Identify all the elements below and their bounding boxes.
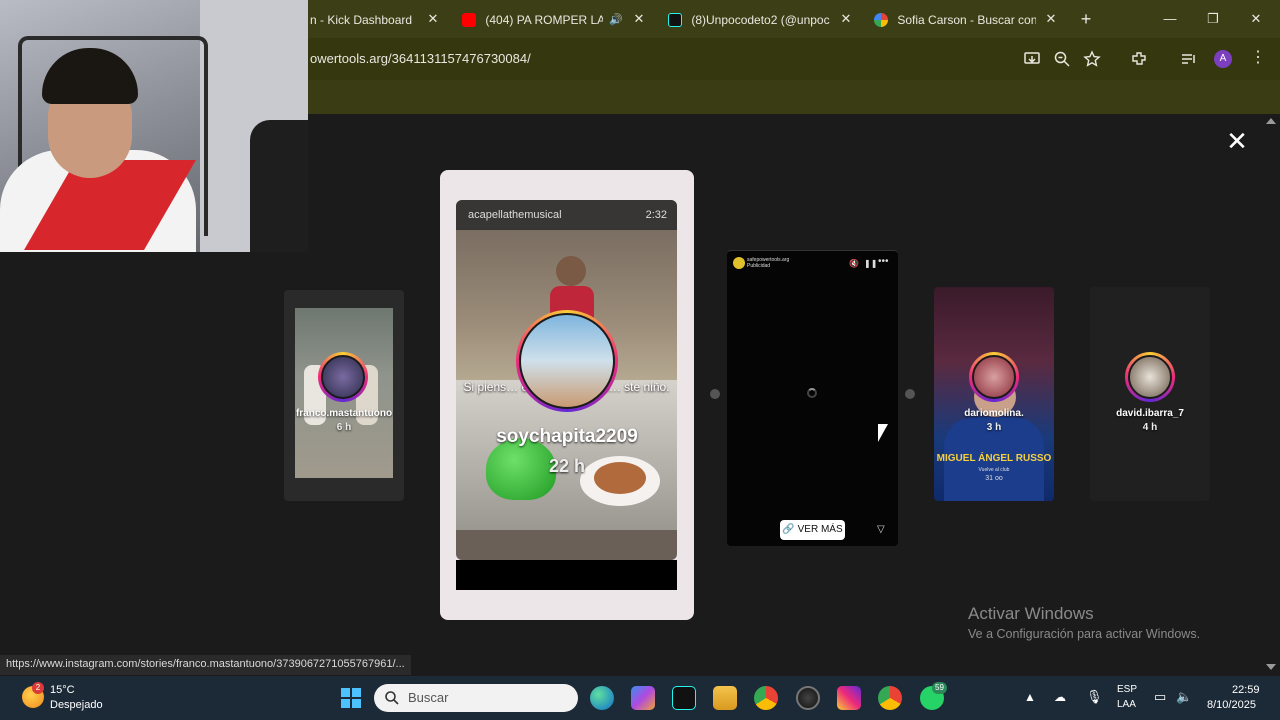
story-header: acapellathemusical 2:32 (456, 200, 677, 230)
youtube-icon (462, 12, 476, 27)
input-language[interactable]: ESP (1117, 684, 1137, 695)
tab-close-icon[interactable]: ✕ (423, 6, 443, 32)
audio-label: acapellathemusical (468, 209, 562, 221)
ad-avatar (733, 257, 745, 269)
ad-account-name: safepowertools.arg Publicidad (747, 257, 790, 269)
scroll-down-arrow[interactable] (1266, 664, 1276, 670)
weather-badge: 2 (32, 682, 44, 694)
status-bar-url: https://www.instagram.com/stories/franco… (0, 655, 411, 675)
close-icon[interactable]: ✕ (1224, 128, 1250, 154)
tab-close-icon[interactable]: ✕ (629, 6, 649, 32)
google-icon (874, 12, 888, 27)
story-avatar-ring (318, 352, 368, 402)
whatsapp-badge: 59 (932, 682, 947, 694)
search-icon (385, 691, 399, 705)
story-duration: 2:32 (645, 209, 667, 221)
chrome-profile-icon[interactable] (878, 686, 902, 710)
see-more-button[interactable]: 🔗 VER MÁS (780, 520, 845, 540)
scroll-up-arrow[interactable] (1266, 118, 1276, 124)
child-head (556, 256, 586, 286)
clock-time[interactable]: 22:59 (1232, 684, 1260, 696)
search-placeholder: Buscar (408, 690, 449, 705)
tab-title: (8)Unpocodeto2 (@unpoco (691, 12, 830, 27)
tab-youtube[interactable]: (404) PA ROMPER LA DI (462, 6, 612, 32)
new-tab-button[interactable]: + (1076, 7, 1096, 31)
windows-start-icon[interactable] (340, 687, 362, 709)
story-username: dariomolina. (964, 408, 1024, 419)
tab-kick-dashboard[interactable]: n - Kick Dashboard (310, 6, 420, 32)
activate-windows-subtitle: Ve a Configuración para activar Windows. (968, 627, 1201, 641)
story-username: franco.mastantuono (295, 408, 393, 419)
tab-title: (404) PA ROMPER LA DI (485, 12, 604, 27)
tray-expand-icon[interactable]: ▲ (1024, 690, 1036, 704)
mouse-cursor-icon (878, 424, 888, 442)
story-time: 22 h (548, 456, 586, 476)
restore-icon[interactable]: ❐ (1198, 6, 1228, 32)
profile-avatar[interactable]: A (1214, 50, 1232, 68)
tab-google-search[interactable]: Sofia Carson - Buscar con G (874, 6, 1036, 32)
story-nav-dot[interactable] (905, 389, 915, 399)
story-meta: 31 oo (985, 475, 1003, 482)
story-avatar-ring (516, 310, 618, 412)
story-username: david.ibarra_7 (1116, 408, 1184, 419)
taskbar-search-box[interactable] (374, 684, 578, 712)
url-field[interactable]: owertools.arg/3641131157476730084/ (310, 51, 531, 66)
edge-icon[interactable] (590, 686, 614, 710)
story-footer (456, 560, 677, 590)
tab-tiktok[interactable]: (8)Unpocodeto2 (@unpoco (668, 6, 830, 32)
story-subheadline: Vuelve al club (978, 467, 1010, 473)
tab-title: Sofia Carson - Buscar con G (897, 12, 1036, 27)
media-controls-icon[interactable] (1180, 50, 1198, 68)
instagram-icon[interactable] (837, 686, 861, 710)
input-layout[interactable]: LAA (1117, 699, 1136, 710)
zoom-icon[interactable] (1053, 50, 1071, 68)
tab-close-icon[interactable]: ✕ (1041, 6, 1061, 32)
speaker-icon[interactable]: 🔊 (609, 13, 623, 26)
install-app-icon[interactable] (1023, 50, 1041, 68)
story-headline: MIGUEL ÁNGEL RUSSO (936, 453, 1052, 464)
mute-icon[interactable]: 🔇 (849, 259, 859, 268)
story-card-ad[interactable]: safepowertools.arg Publicidad 🔇 ❚❚ ••• 🔗… (727, 250, 898, 546)
webcam-overlay (0, 0, 308, 252)
send-icon[interactable]: ▽ (877, 524, 885, 535)
weather-temperature: 15°C (50, 684, 75, 696)
copilot-icon[interactable] (631, 686, 655, 710)
minimize-icon[interactable]: — (1155, 6, 1185, 32)
story-time: 4 h (1142, 422, 1158, 433)
file-explorer-icon[interactable] (713, 686, 737, 710)
activate-windows-title: Activar Windows (968, 604, 1094, 623)
story-username: soychapita2209 (496, 426, 638, 447)
network-icon[interactable]: ▭ (1154, 689, 1166, 705)
onedrive-icon[interactable]: ☁ (1054, 690, 1066, 704)
tab-close-icon[interactable]: ✕ (836, 6, 856, 32)
obs-icon[interactable] (796, 686, 820, 710)
more-options-icon[interactable]: ••• (878, 256, 889, 267)
story-nav-dot[interactable] (710, 389, 720, 399)
close-window-icon[interactable]: ✕ (1241, 6, 1271, 32)
story-time: 3 h (986, 422, 1002, 433)
loading-spinner-icon (807, 388, 817, 398)
bookmark-star-icon[interactable] (1083, 50, 1101, 68)
volume-icon[interactable]: 🔈 (1176, 689, 1192, 705)
story-avatar-ring (969, 352, 1019, 402)
weather-description: Despejado (50, 699, 103, 711)
chrome-icon[interactable] (754, 686, 778, 710)
screen: n - Kick Dashboard ✕ (404) PA ROMPER LA … (0, 0, 1280, 720)
tiktok-icon (668, 12, 682, 27)
clock-date[interactable]: 8/10/2025 (1207, 699, 1256, 711)
extensions-icon[interactable] (1130, 50, 1148, 68)
tiktok-app-icon[interactable] (672, 686, 696, 710)
pause-icon[interactable]: ❚❚ (864, 259, 877, 268)
scrollbar[interactable] (1264, 114, 1280, 676)
tab-title: n - Kick Dashboard (310, 12, 413, 27)
browser-menu-icon[interactable]: ⋮ (1250, 49, 1266, 67)
story-avatar-ring (1125, 352, 1175, 402)
story-time: 6 h (336, 422, 352, 433)
microphone-icon[interactable]: 🎙 (1086, 689, 1103, 705)
